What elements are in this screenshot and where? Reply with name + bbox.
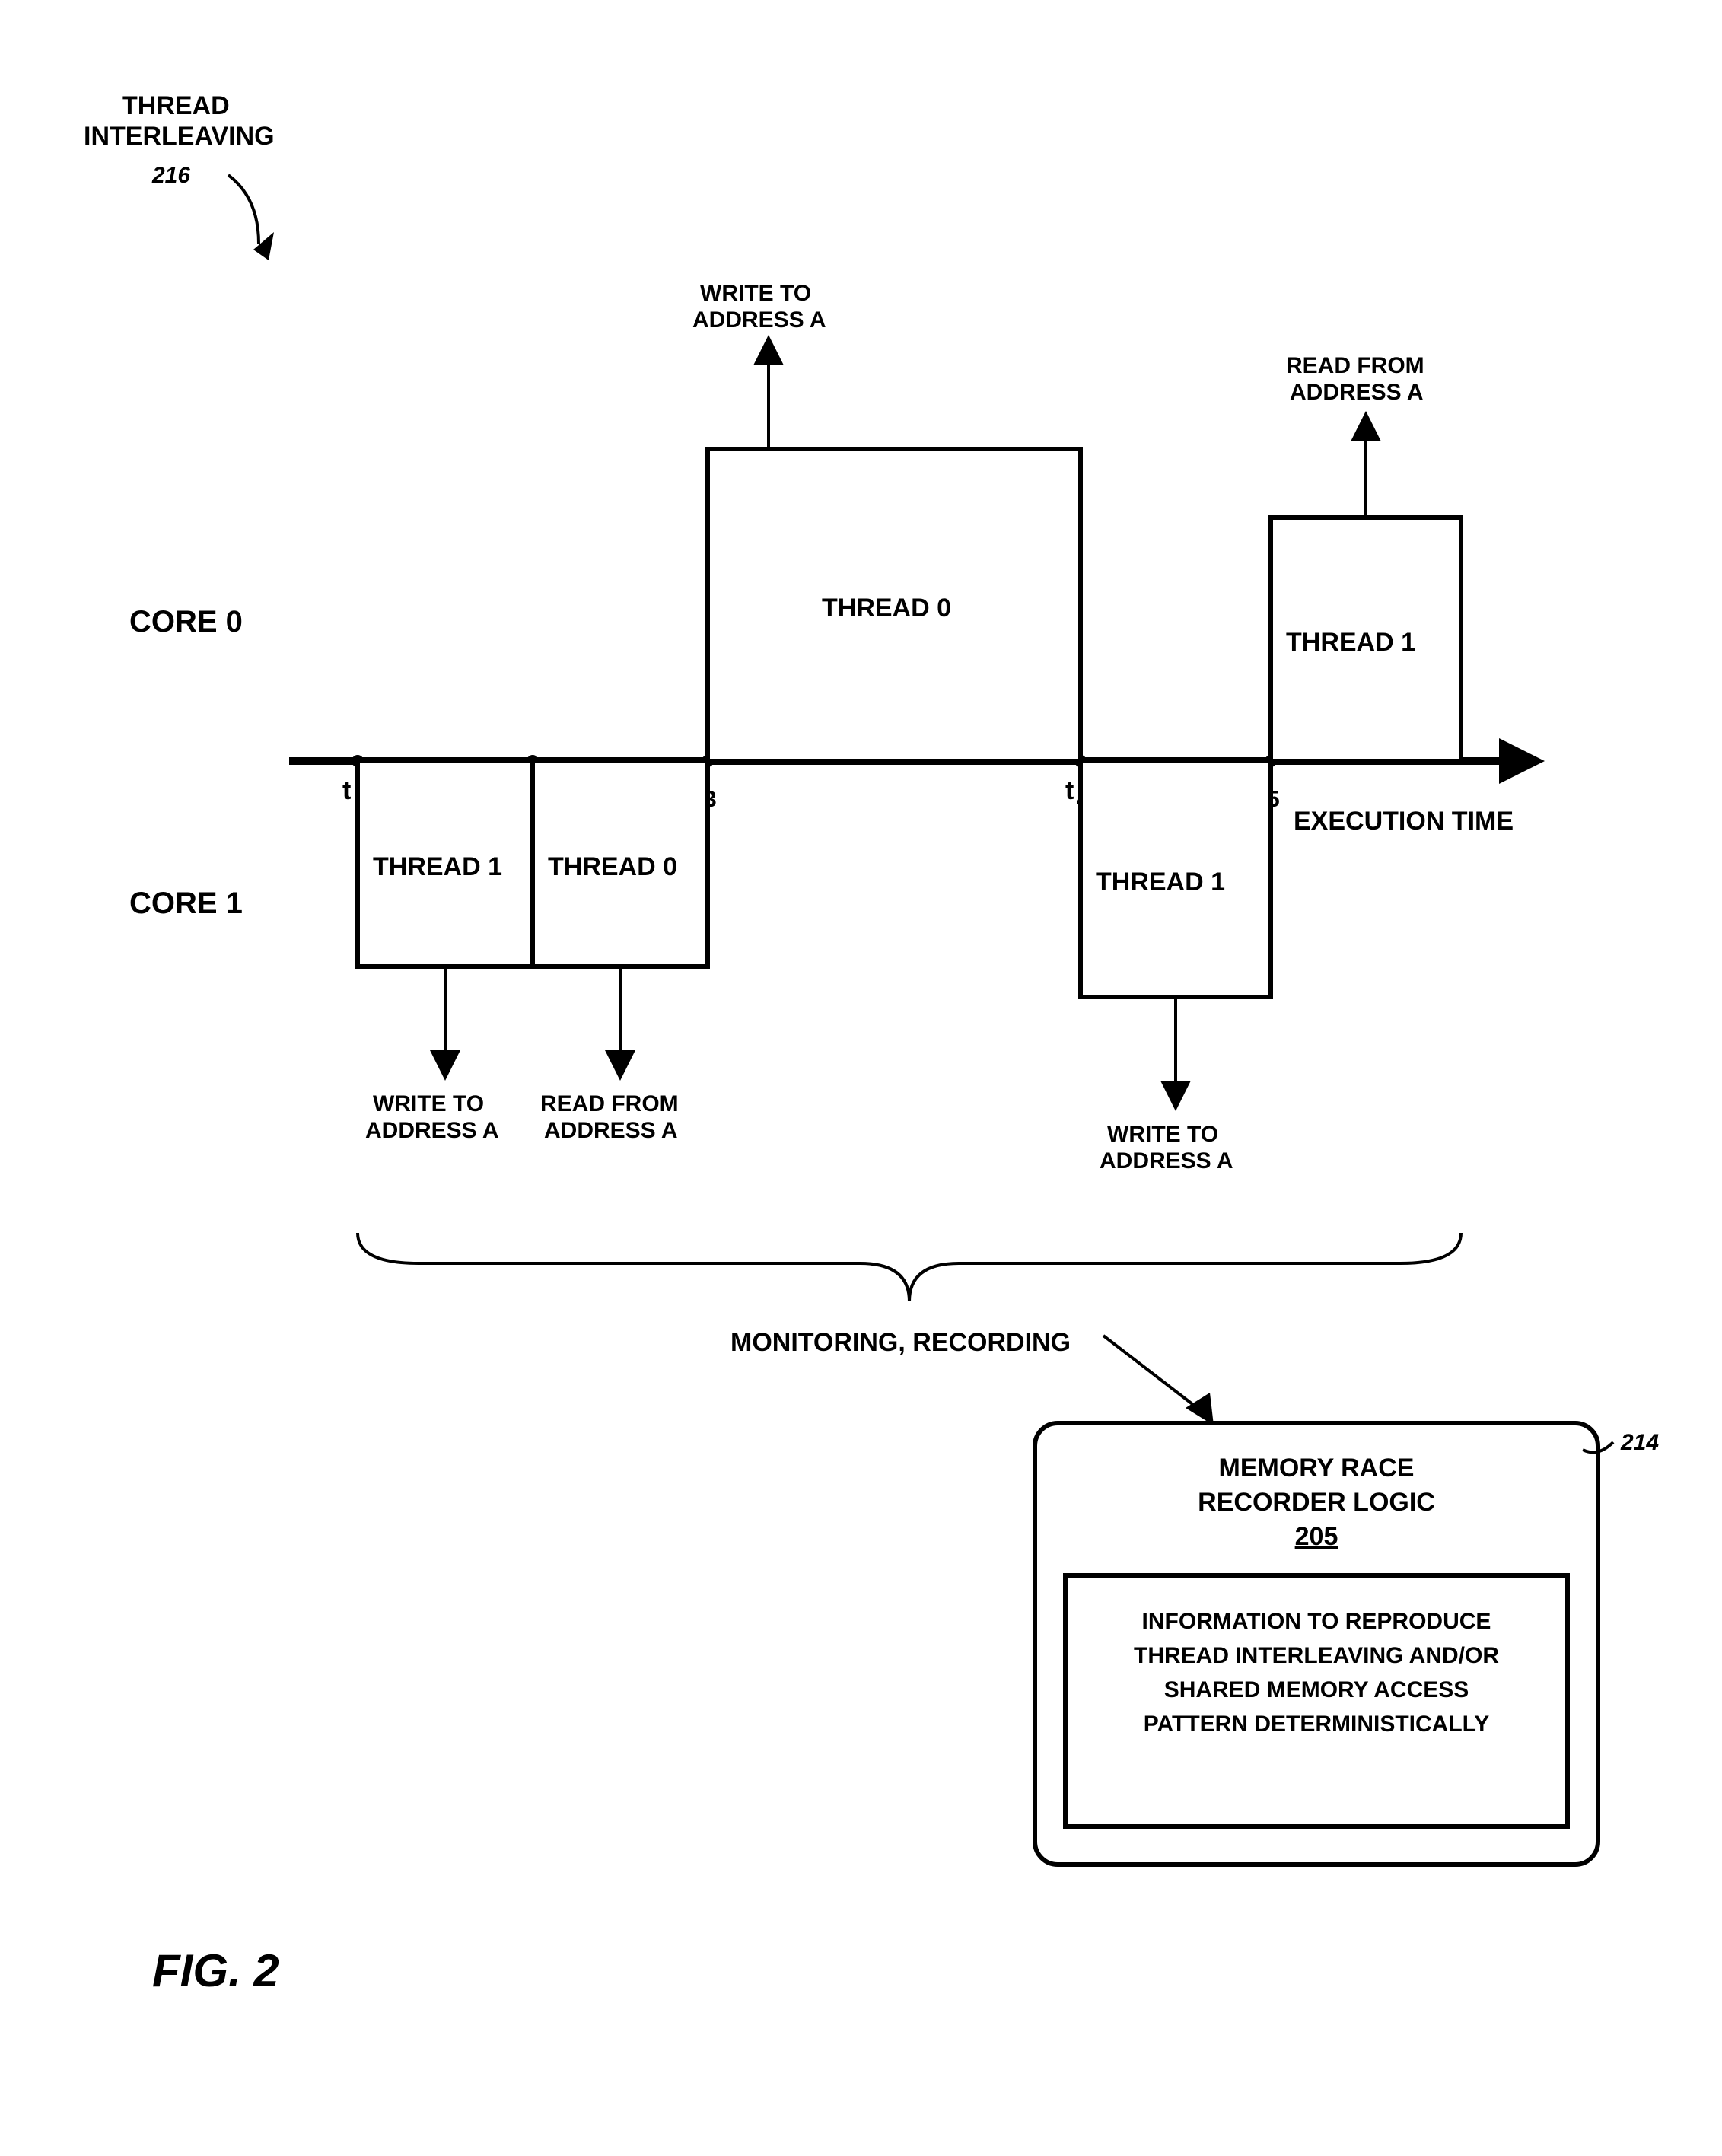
inner-l4: PATTERN DETERMINISTICALLY	[1144, 1712, 1489, 1737]
mrr-l2: RECORDER LOGIC	[1198, 1488, 1435, 1517]
title-pointer-head	[253, 232, 274, 260]
diagram-root: THREAD INTERLEAVING 216 CORE 0 CORE 1 EX…	[0, 0, 1722, 2156]
brace-label: MONITORING, RECORDING	[730, 1328, 1071, 1357]
core0-label: CORE 0	[129, 605, 243, 639]
r2b: ADDRESS A	[1290, 380, 1424, 405]
title-line2: INTERLEAVING	[84, 122, 275, 151]
title-pointer	[228, 175, 259, 244]
chunk-c1-t1-label: THREAD 1	[373, 852, 502, 881]
chunk-c0-t0-label: THREAD 0	[822, 594, 951, 623]
r1b: ADDRESS A	[544, 1118, 678, 1143]
w1b: ADDRESS A	[365, 1118, 499, 1143]
chunk-c1-t0-label: THREAD 0	[548, 852, 677, 881]
title-block: THREAD INTERLEAVING 216	[84, 91, 275, 260]
w2b: ADDRESS A	[1100, 1148, 1233, 1174]
chunk-c0-t1-label: THREAD 1	[1286, 628, 1415, 657]
chunk-c1-t1b-label: THREAD 1	[1096, 868, 1225, 896]
w1a: WRITE TO	[373, 1091, 484, 1116]
title-ref: 216	[151, 163, 190, 188]
mrr-box: MEMORY RACE RECORDER LOGIC 205 INFORMATI…	[1035, 1423, 1659, 1865]
w0a: WRITE TO	[700, 281, 811, 306]
axis-label: EXECUTION TIME	[1294, 807, 1514, 836]
brace: MONITORING, RECORDING	[358, 1233, 1461, 1425]
chunks: THREAD 1 THREAD 0 THREAD 0 THREAD 1 THRE…	[358, 449, 1461, 997]
r2a: READ FROM	[1286, 353, 1424, 378]
mrr-l1: MEMORY RACE	[1219, 1454, 1415, 1482]
inner-l2: THREAD INTERLEAVING AND/OR	[1134, 1643, 1499, 1668]
t4-sym: t	[1065, 776, 1074, 805]
r1a: READ FROM	[540, 1091, 679, 1116]
w0b: ADDRESS A	[692, 307, 826, 333]
t1-sym: t	[342, 776, 351, 805]
w2a: WRITE TO	[1107, 1122, 1218, 1147]
figure-label: FIG. 2	[152, 1945, 279, 1996]
axis-arrowhead	[1499, 738, 1545, 784]
mrr-l3: 205	[1295, 1522, 1338, 1551]
inner-l3: SHARED MEMORY ACCESS	[1164, 1677, 1469, 1702]
inner-l1: INFORMATION TO REPRODUCE	[1142, 1609, 1491, 1634]
core1-label: CORE 1	[129, 887, 243, 920]
title-line1: THREAD	[122, 91, 230, 120]
mrr-ref: 214	[1620, 1430, 1659, 1455]
